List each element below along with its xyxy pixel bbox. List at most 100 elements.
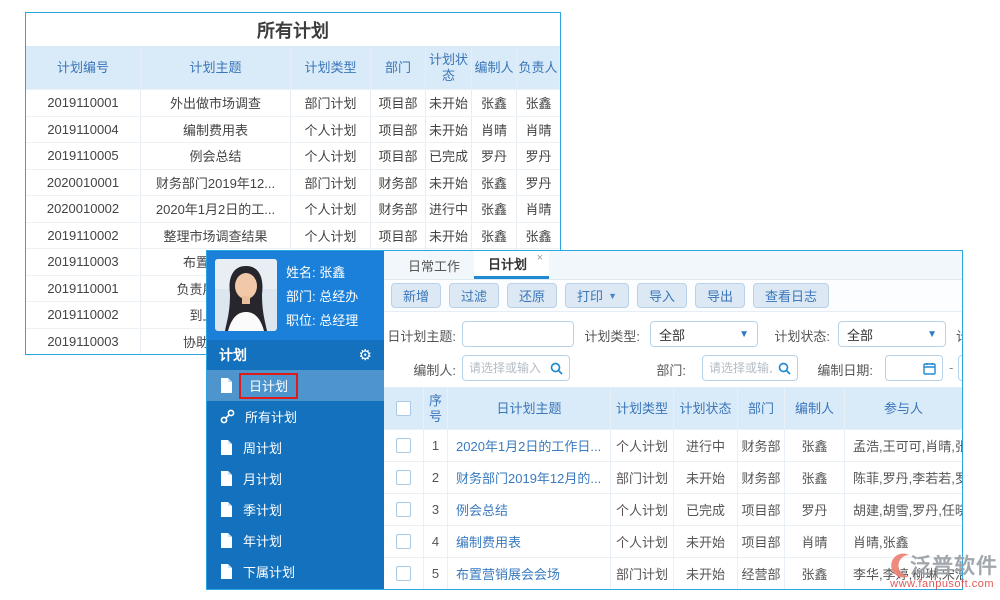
type-select[interactable]: 全部 ▼	[650, 321, 758, 347]
add-button[interactable]: 新增	[391, 283, 441, 308]
toolbar: 新增 过滤 还原 打印 ▼ 导入 导出 查看日志	[384, 280, 962, 312]
tab-daily-plan[interactable]: 日计划 ×	[474, 251, 549, 279]
file-icon	[220, 440, 233, 455]
cell-status: 未开始	[674, 558, 738, 589]
department-input[interactable]	[703, 361, 778, 375]
subject-input[interactable]	[463, 327, 573, 341]
cell-plan-subject: 外出做市场调查	[141, 90, 291, 116]
search-icon[interactable]	[550, 362, 563, 375]
chevron-down-icon: ▼	[739, 329, 749, 340]
export-button[interactable]: 导出	[695, 283, 745, 308]
import-button[interactable]: 导入	[637, 283, 687, 308]
search-icon[interactable]	[778, 362, 791, 375]
cell-owner: 罗丹	[517, 143, 560, 169]
sidebar-item-daily-plan[interactable]: 日计划	[207, 370, 384, 401]
row-checkbox[interactable]	[396, 566, 411, 581]
cell-plan-type: 部门计划	[291, 170, 371, 196]
annotation-box: 日计划	[239, 373, 298, 399]
sidebar-item-label: 所有计划	[245, 407, 297, 426]
plan-subject-link[interactable]: 布置营销展会会场	[448, 558, 611, 589]
select-all-cell	[384, 388, 424, 429]
sidebar-section-title: 计划	[219, 345, 247, 365]
cell-plan-status: 未开始	[426, 170, 472, 196]
all-plans-header-row: 计划编号 计划主题 计划类型 部门 计划状态 编制人 负责人	[26, 47, 560, 89]
column-header-type: 计划类型	[611, 388, 674, 429]
column-header-subject: 日计划主题	[448, 388, 611, 429]
cell-plan-status: 已完成	[426, 143, 472, 169]
table-row[interactable]: 3 例会总结 个人计划 已完成 项目部 罗丹 胡建,胡雪,罗丹,任晓...	[384, 493, 962, 525]
cell-plan-number: 2019110001	[26, 276, 141, 302]
checkbox-cell	[384, 430, 424, 461]
table-row[interactable]: 2 财务部门2019年12月的... 部门计划 未开始 财务部 张鑫 陈菲,罗丹…	[384, 461, 962, 493]
cell-department: 经营部	[738, 558, 785, 589]
column-header-plan-status: 计划状态	[426, 47, 472, 89]
cell-creator: 张鑫	[472, 223, 517, 249]
sidebar: 姓名: 张鑫 部门: 总经办 职位: 总经理 计划 ⚙ 日计划 所有计划	[207, 251, 384, 589]
department-filter-label: 部门:	[624, 360, 686, 379]
type-select-value: 全部	[659, 325, 685, 344]
column-header-department: 部门	[371, 47, 426, 89]
plan-subject-link[interactable]: 财务部门2019年12月的...	[448, 462, 611, 493]
link-icon	[220, 409, 235, 424]
cell-plan-status: 未开始	[426, 223, 472, 249]
cell-owner: 肖晴	[517, 117, 560, 143]
date-from-input[interactable]	[886, 361, 923, 375]
sidebar-item-monthly-plan[interactable]: 月计划	[207, 463, 384, 494]
calendar-icon[interactable]	[923, 362, 936, 375]
plan-subject-link[interactable]: 2020年1月2日的工作日...	[448, 430, 611, 461]
sidebar-item-subordinate-plan[interactable]: 下属计划	[207, 556, 384, 587]
table-row[interactable]: 2020010002 2020年1月2日的工... 个人计划 财务部 进行中 张…	[26, 195, 560, 222]
row-checkbox[interactable]	[396, 470, 411, 485]
tab-daily-work[interactable]: 日常工作	[394, 251, 474, 279]
sidebar-item-all-plans[interactable]: 所有计划	[207, 401, 384, 432]
sidebar-item-label: 周计划	[243, 438, 282, 457]
sidebar-item-weekly-plan[interactable]: 周计划	[207, 432, 384, 463]
cell-plan-status: 进行中	[426, 196, 472, 222]
plan-subject-link[interactable]: 编制费用表	[448, 526, 611, 557]
plan-subject-link[interactable]: 例会总结	[448, 494, 611, 525]
cell-participants: 肖晴,张鑫	[845, 526, 962, 557]
creator-input[interactable]	[463, 361, 550, 375]
cell-plan-number: 2019110005	[26, 143, 141, 169]
status-filter-label: 计划状态:	[760, 326, 830, 345]
cell-plan-number: 2019110003	[26, 249, 141, 275]
cell-plan-number: 2019110004	[26, 117, 141, 143]
cell-department: 财务部	[738, 430, 785, 461]
date-to-input[interactable]	[959, 361, 962, 375]
view-log-button[interactable]: 查看日志	[753, 283, 829, 308]
cell-plan-number: 2020010001	[26, 170, 141, 196]
cell-department: 项目部	[738, 526, 785, 557]
table-row[interactable]: 1 2020年1月2日的工作日... 个人计划 进行中 财务部 张鑫 孟浩,王可…	[384, 429, 962, 461]
print-button[interactable]: 打印 ▼	[565, 283, 629, 308]
sidebar-item-label: 季计划	[243, 500, 282, 519]
row-checkbox[interactable]	[396, 438, 411, 453]
daily-plan-panel: 姓名: 张鑫 部门: 总经办 职位: 总经理 计划 ⚙ 日计划 所有计划	[206, 250, 963, 590]
cell-department: 项目部	[371, 90, 426, 116]
filter-button[interactable]: 过滤	[449, 283, 499, 308]
status-select-value: 全部	[847, 325, 873, 344]
gear-icon[interactable]: ⚙	[359, 346, 372, 364]
user-profile: 姓名: 张鑫 部门: 总经办 职位: 总经理	[207, 251, 384, 340]
table-row[interactable]: 5 布置营销展会会场 部门计划 未开始 经营部 张鑫 李华,李婷,柳琳,宋浩然	[384, 557, 962, 589]
subject-filter-label: 日计划主题:	[384, 326, 456, 345]
select-all-checkbox[interactable]	[396, 401, 411, 416]
reset-button[interactable]: 还原	[507, 283, 557, 308]
table-row[interactable]: 4 编制费用表 个人计划 未开始 项目部 肖晴 肖晴,张鑫	[384, 525, 962, 557]
table-row[interactable]: 2019110004 编制费用表 个人计划 项目部 未开始 肖晴 肖晴	[26, 116, 560, 143]
cell-plan-subject: 例会总结	[141, 143, 291, 169]
date-from-field	[885, 355, 943, 381]
row-checkbox[interactable]	[396, 502, 411, 517]
cell-index: 2	[424, 462, 448, 493]
table-row[interactable]: 2020010001 财务部门2019年12... 部门计划 财务部 未开始 张…	[26, 169, 560, 196]
column-header-owner: 负责人	[517, 47, 560, 89]
status-select[interactable]: 全部 ▼	[838, 321, 946, 347]
row-checkbox[interactable]	[396, 534, 411, 549]
table-row[interactable]: 2019110005 例会总结 个人计划 项目部 已完成 罗丹 罗丹	[26, 142, 560, 169]
column-header-status: 计划状态	[674, 388, 738, 429]
cell-plan-type: 个人计划	[291, 223, 371, 249]
table-row[interactable]: 2019110001 外出做市场调查 部门计划 项目部 未开始 张鑫 张鑫	[26, 89, 560, 116]
sidebar-item-yearly-plan[interactable]: 年计划	[207, 525, 384, 556]
close-icon[interactable]: ×	[537, 252, 543, 264]
sidebar-item-quarterly-plan[interactable]: 季计划	[207, 494, 384, 525]
table-row[interactable]: 2019110002 整理市场调查结果 个人计划 项目部 未开始 张鑫 张鑫	[26, 222, 560, 249]
